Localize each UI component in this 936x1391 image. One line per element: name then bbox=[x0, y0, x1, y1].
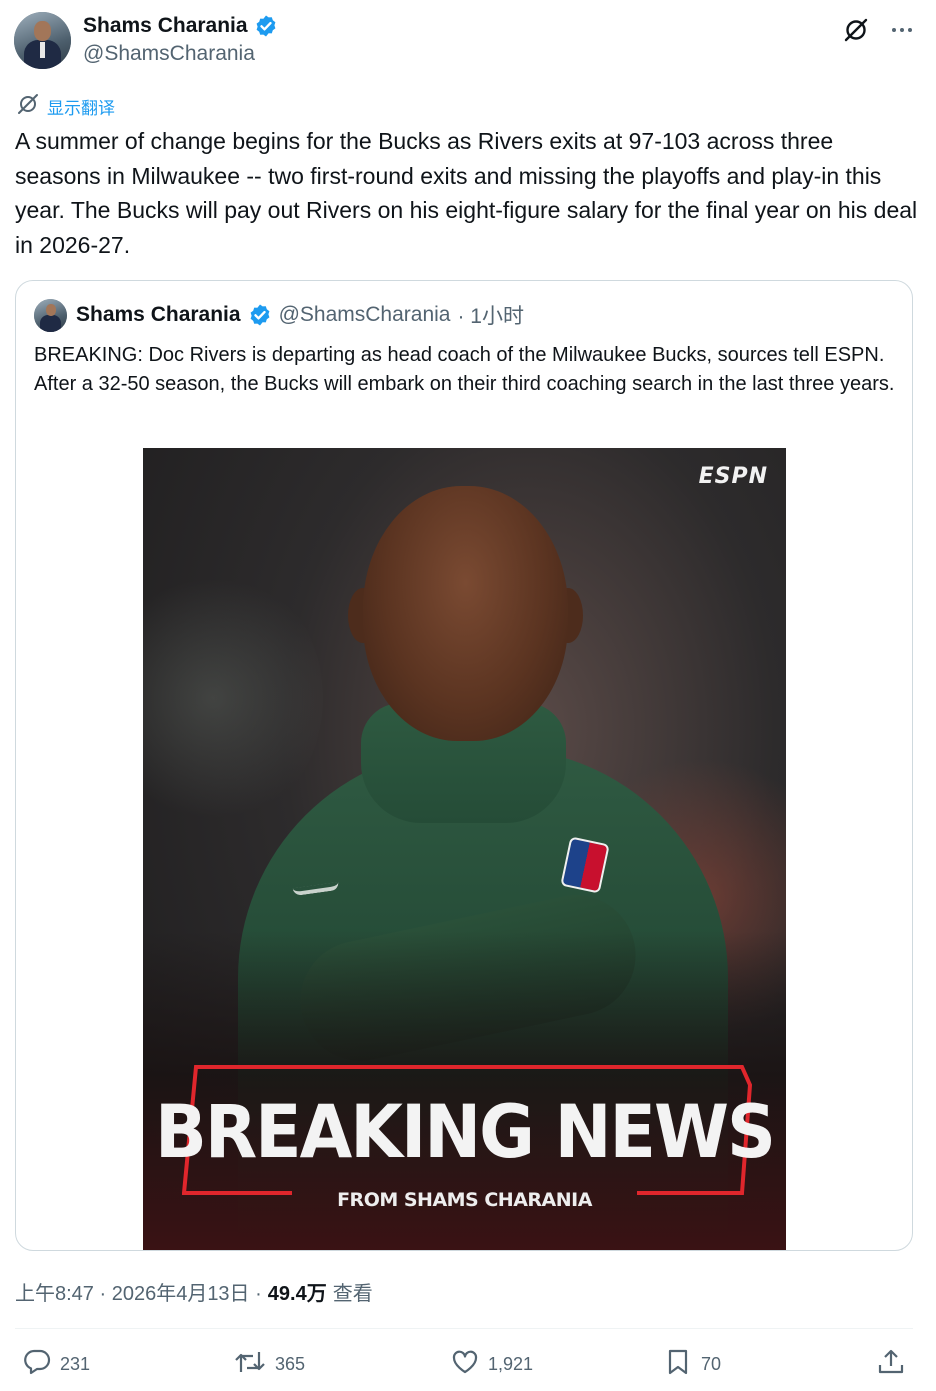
tweet-header: Shams Charania @ShamsCharania bbox=[14, 12, 922, 72]
repost-button[interactable]: 365 bbox=[233, 1346, 305, 1382]
views-count: 49.4万 bbox=[267, 1283, 327, 1305]
breaking-news-headline: BREAKING NEWS bbox=[154, 1089, 776, 1176]
espn-logo: ESPN bbox=[698, 464, 768, 489]
quoted-tweet-image[interactable]: ESPN BREAKING NEWS FROM SHAMS CHARANIA bbox=[143, 448, 786, 1250]
views-label: 查看 bbox=[332, 1283, 373, 1305]
header-actions bbox=[842, 16, 916, 44]
quoted-author-avatar bbox=[34, 298, 67, 332]
like-button[interactable]: 1,921 bbox=[450, 1346, 533, 1382]
quoted-author-name: Shams Charania bbox=[76, 303, 241, 326]
tweet-text: A summer of change begins for the Bucks … bbox=[15, 128, 918, 258]
quoted-tweet-header: Shams Charania @ShamsCharania · 1小时 bbox=[34, 298, 524, 332]
author-handle[interactable]: @ShamsCharania bbox=[83, 42, 255, 66]
breaking-news-subline: FROM SHAMS CHARANIA bbox=[337, 1189, 592, 1211]
quoted-author-handle: @ShamsCharania bbox=[278, 303, 451, 326]
bookmark-count: 70 bbox=[701, 1353, 722, 1374]
more-icon[interactable] bbox=[888, 16, 916, 44]
photo-head bbox=[363, 486, 568, 741]
like-count: 1,921 bbox=[488, 1353, 534, 1374]
author-avatar[interactable] bbox=[14, 12, 71, 69]
translate-icon bbox=[17, 93, 39, 120]
share-button[interactable] bbox=[876, 1346, 906, 1382]
quoted-tweet-text: BREAKING: Doc Rivers is departing as hea… bbox=[34, 344, 895, 395]
bookmark-icon bbox=[663, 1347, 693, 1382]
reply-count: 231 bbox=[60, 1353, 91, 1374]
quoted-tweet-card[interactable]: Shams Charania @ShamsCharania · 1小时 BREA… bbox=[15, 280, 913, 1251]
verified-badge-icon[interactable] bbox=[254, 14, 278, 38]
tweet-meta: 上午8:47 · 2026年4月13日 · 49.4万 查看 bbox=[15, 1277, 373, 1306]
quoted-tweet-time: · 1小时 bbox=[457, 305, 524, 328]
reply-button[interactable]: 231 bbox=[22, 1346, 90, 1382]
author-name[interactable]: Shams Charania bbox=[83, 14, 248, 38]
share-icon bbox=[876, 1347, 906, 1382]
verified-badge-icon bbox=[248, 303, 272, 327]
translate-label: 显示翻译 bbox=[47, 99, 115, 118]
repost-icon bbox=[233, 1347, 267, 1382]
like-icon bbox=[450, 1347, 480, 1382]
reply-icon bbox=[22, 1347, 52, 1382]
author-name-row: Shams Charania bbox=[83, 14, 278, 38]
divider bbox=[15, 1328, 913, 1329]
action-bar: 231 365 1,921 70 bbox=[0, 1346, 936, 1382]
bookmark-button[interactable]: 70 bbox=[663, 1346, 721, 1382]
repost-count: 365 bbox=[275, 1353, 306, 1374]
translate-link[interactable]: 显示翻译 bbox=[17, 93, 115, 120]
tweet-timestamp[interactable]: 上午8:47 · 2026年4月13日 · bbox=[15, 1277, 262, 1306]
grok-icon[interactable] bbox=[842, 16, 870, 44]
